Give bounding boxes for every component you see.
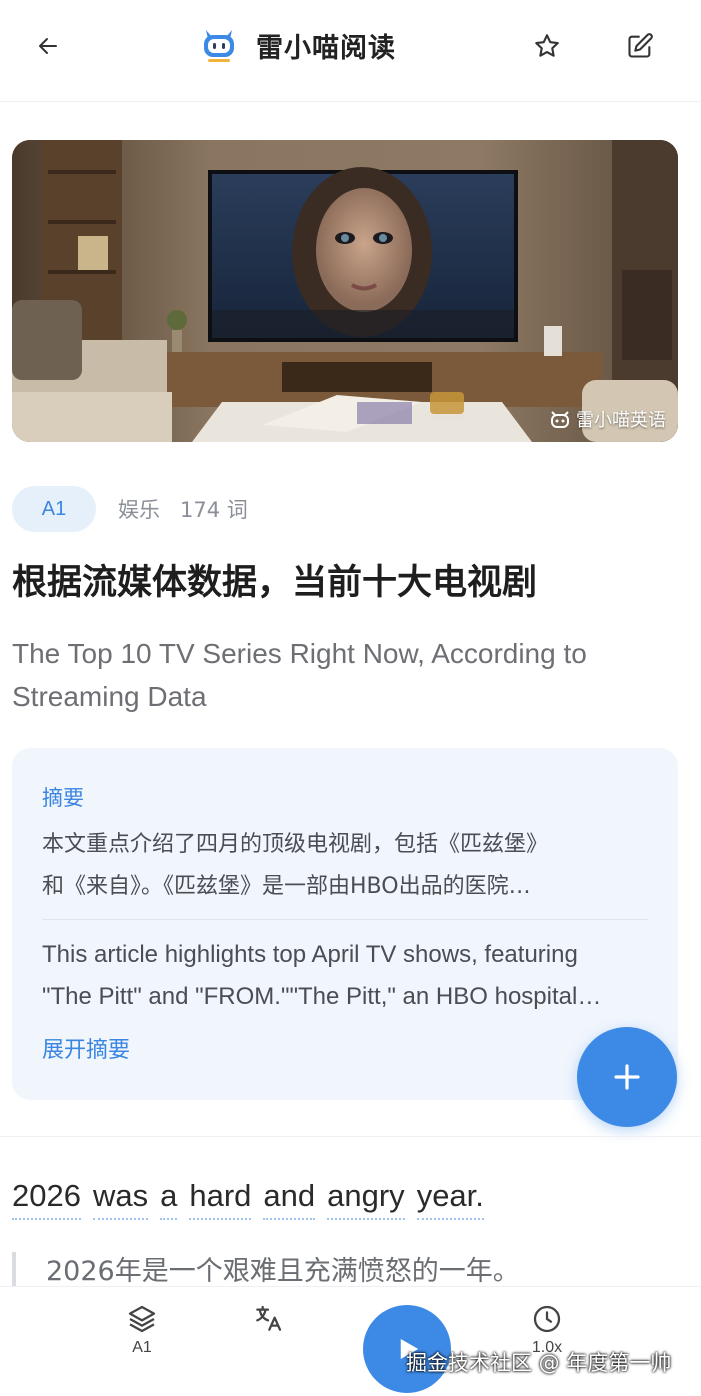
site-watermark: 掘金技术社区 @ 年度第一帅 (406, 1351, 672, 1375)
hero-watermark: 雷小喵英语 (550, 406, 666, 432)
summary-zh: 本文重点介绍了四月的顶级电视剧，包括《匹兹堡》 和《来自》。《匹兹堡》是一部由H… (42, 824, 642, 908)
top-bar: 雷小喵阅读 (0, 0, 701, 102)
summary-en-line: This article highlights top April TV sho… (42, 941, 578, 968)
category-label: 娱乐 (118, 498, 160, 522)
sentence-word[interactable]: was (92, 1178, 149, 1220)
translate-icon (256, 1305, 282, 1331)
sentence-word[interactable]: a (160, 1178, 178, 1220)
article-title-en: The Top 10 TV Series Right Now, Accordin… (12, 638, 587, 712)
hero-watermark-text: 雷小喵英语 (576, 410, 666, 431)
summary-en: This article highlights top April TV sho… (42, 934, 646, 1018)
section-divider (0, 1136, 701, 1137)
summary-divider (42, 919, 648, 920)
translate-button[interactable] (238, 1303, 298, 1373)
bottom-toolbar: A1 1.0x 掘金技术社区 @ 年度第一帅 (0, 1286, 701, 1396)
level-switch-label: A1 (132, 1339, 152, 1356)
add-button[interactable] (577, 1027, 677, 1127)
article-cover-image: 雷小喵英语 (12, 140, 678, 442)
summary-label: 摘要 (42, 786, 84, 810)
summary-zh-line: 本文重点介绍了四月的顶级电视剧，包括《匹兹堡》 (42, 832, 549, 857)
sentence-word[interactable]: 2026 (12, 1178, 81, 1220)
back-arrow-icon (39, 38, 57, 54)
sentence-word[interactable]: and (263, 1178, 316, 1220)
reading-sentence: 2026 was a hard and angry year. (12, 1178, 484, 1220)
clock-icon (533, 1305, 561, 1333)
article-meta: A1 娱乐 174 词 (12, 486, 248, 532)
cat-robot-logo-icon (204, 30, 234, 62)
title-group: 雷小喵阅读 (200, 22, 396, 68)
summary-card: 摘要 本文重点介绍了四月的顶级电视剧，包括《匹兹堡》 和《来自》。《匹兹堡》是一… (12, 748, 678, 1100)
summary-zh-line: 和《来自》。《匹兹堡》是一部由HBO出品的医院… (42, 874, 531, 899)
edit-icon (628, 33, 653, 58)
sentence-word[interactable]: year. (416, 1178, 484, 1220)
level-switch-button[interactable]: A1 (112, 1303, 172, 1373)
layers-icon (128, 1305, 156, 1333)
sentence-word[interactable]: angry (327, 1178, 405, 1220)
edit-button[interactable] (620, 26, 660, 66)
favorite-button[interactable] (527, 26, 567, 66)
page-title: 雷小喵阅读 (256, 32, 396, 64)
living-room-tv-illustration (12, 140, 678, 442)
expand-summary-link[interactable]: 展开摘要 (42, 1032, 130, 1064)
cat-face-icon (551, 411, 569, 428)
level-badge[interactable]: A1 (12, 486, 96, 532)
sentence-word[interactable]: hard (189, 1178, 252, 1220)
article-title-zh: 根据流媒体数据，当前十大电视剧 (12, 563, 538, 603)
back-button[interactable] (28, 26, 68, 66)
summary-en-line: "The Pitt" and "FROM.""The Pitt," an HBO… (42, 983, 602, 1010)
star-icon (535, 34, 559, 57)
plus-icon (614, 1064, 640, 1090)
word-count: 174 词 (180, 498, 248, 522)
